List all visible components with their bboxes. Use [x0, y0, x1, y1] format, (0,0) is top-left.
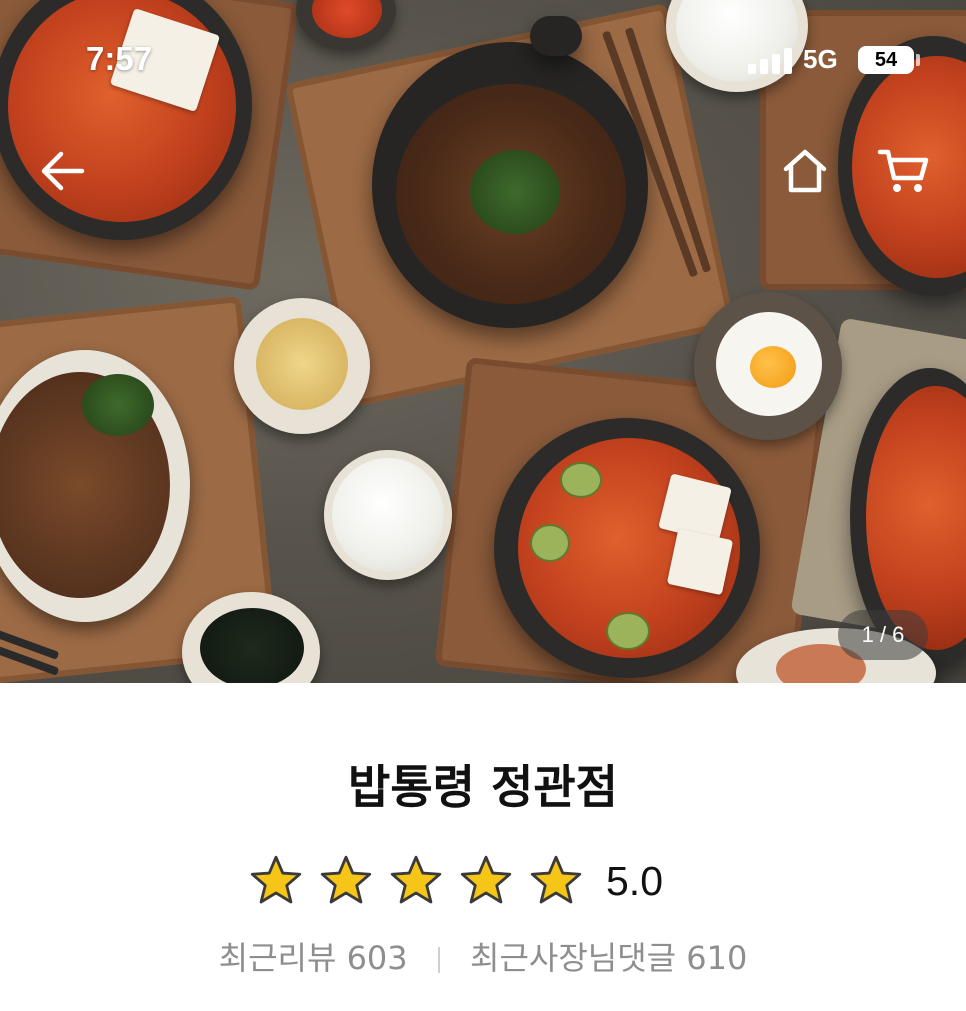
- seasoned-seaweed: [200, 608, 304, 683]
- zucchini: [530, 524, 570, 562]
- star-icon: [320, 855, 372, 904]
- status-time: 7:57: [86, 40, 153, 77]
- store-name: 밥통령 정관점: [348, 760, 618, 814]
- back-arrow-icon: [41, 151, 85, 191]
- battery-icon: 54: [858, 46, 914, 74]
- rice: [332, 458, 444, 572]
- status-bar: 7:57 5G 54: [0, 0, 966, 120]
- rating-value: 5.0: [606, 857, 663, 904]
- star-icon: [390, 855, 442, 904]
- star-icon: [530, 855, 582, 904]
- rating-row[interactable]: 5.0: [248, 851, 663, 911]
- cart-icon: [877, 149, 929, 192]
- network-type: 5G: [803, 44, 838, 74]
- recent-reviews-link[interactable]: 최근리뷰 603: [219, 939, 408, 977]
- store-info-section: 밥통령 정관점 5.0 최근리뷰 603 최근사장님댓글 610: [0, 683, 966, 1011]
- cart-button[interactable]: [873, 141, 933, 201]
- garnish: [470, 150, 560, 234]
- owner-replies-link[interactable]: 최근사장님댓글 610: [470, 939, 747, 977]
- tofu: [666, 528, 734, 596]
- lettuce: [82, 374, 154, 436]
- signal-icon: [748, 46, 794, 74]
- back-button[interactable]: [32, 141, 92, 201]
- star-icon: [460, 855, 512, 904]
- home-button[interactable]: [775, 141, 835, 201]
- egg-yolk: [750, 346, 796, 388]
- carousel-page-indicator: 1 / 6: [838, 610, 928, 660]
- battery-tip: [916, 54, 920, 66]
- review-counts: 최근리뷰 603 최근사장님댓글 610: [0, 933, 966, 979]
- star-icon: [250, 855, 302, 904]
- store-detail-screen: 7:57 5G 54 1 / 6 밥통령 정관점 5.0 최근리뷰 603 최근…: [0, 0, 966, 1011]
- divider: [437, 947, 440, 973]
- zucchini: [560, 462, 602, 498]
- zucchini: [606, 612, 650, 650]
- home-icon: [783, 149, 827, 193]
- bean-sprouts: [256, 318, 348, 410]
